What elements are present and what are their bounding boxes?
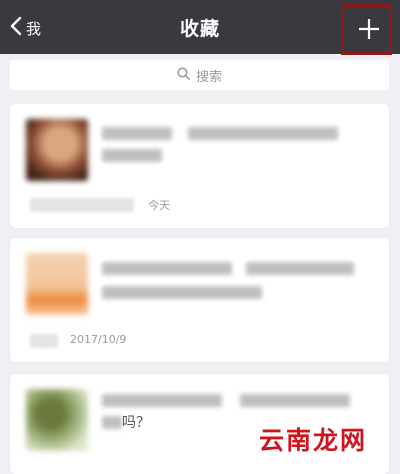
blurred-title: [102, 149, 162, 162]
blurred-title: [188, 127, 338, 140]
blurred-title: [102, 262, 232, 275]
blurred-title: [246, 262, 354, 275]
blurred-title: [102, 127, 172, 140]
search-bar[interactable]: 搜索: [10, 60, 389, 90]
list-item[interactable]: 2017/10/9: [10, 238, 389, 362]
nav-bar: 我 收藏: [0, 0, 400, 54]
item-snippet: 吗？: [122, 415, 150, 431]
blurred-title: [102, 394, 222, 407]
item-date: 今天: [148, 199, 170, 212]
list-item[interactable]: 今天: [10, 104, 389, 228]
search-icon: [177, 66, 190, 84]
blurred-source: [30, 198, 134, 212]
watermark: 云南龙网: [259, 426, 368, 455]
thumbnail: [26, 253, 88, 315]
page-title: 收藏: [179, 18, 220, 40]
item-date: 2017/10/9: [70, 333, 127, 346]
blurred-title: [240, 394, 350, 407]
thumbnail: [26, 119, 88, 181]
thumbnail: [26, 389, 88, 451]
blurred-source: [30, 334, 58, 348]
blurred-title: [102, 286, 262, 299]
highlight-box: [341, 4, 392, 55]
blurred-title: [102, 416, 122, 429]
search-placeholder: 搜索: [195, 69, 222, 85]
